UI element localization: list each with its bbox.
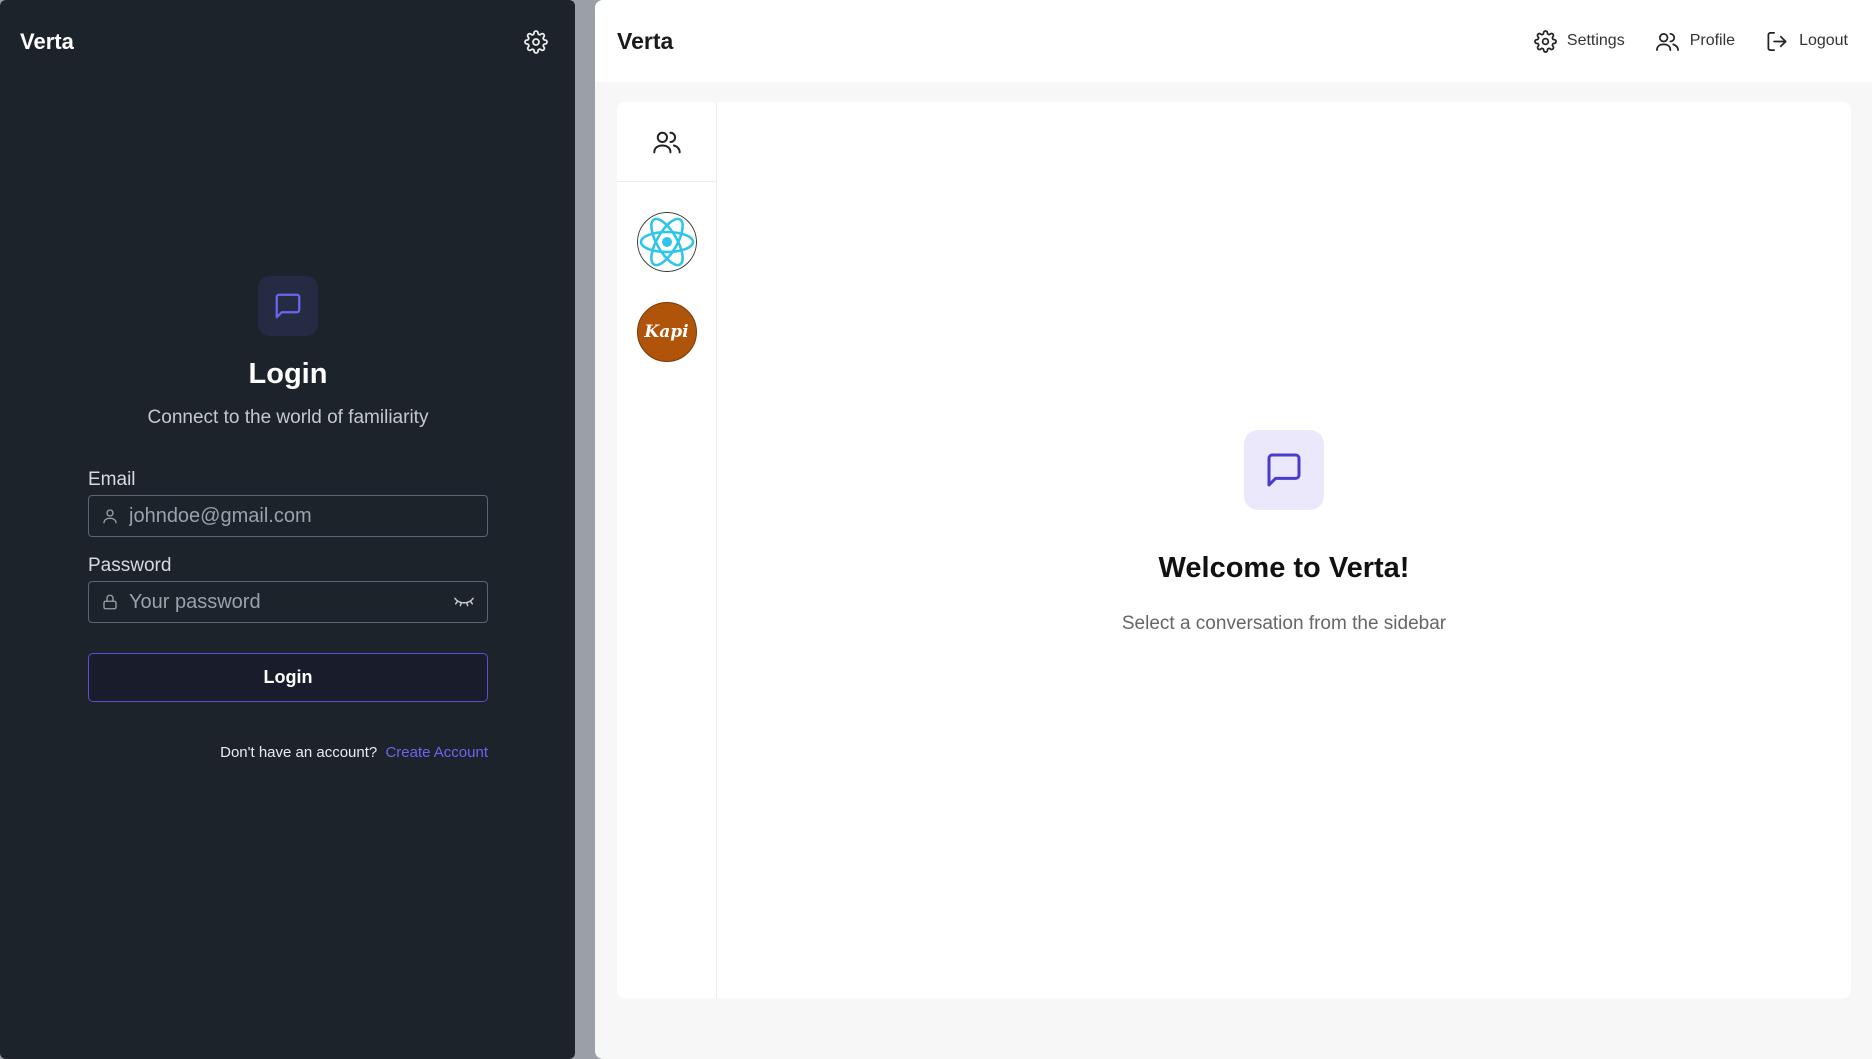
react-logo-icon xyxy=(636,212,697,272)
settings-link[interactable]: Settings xyxy=(1534,29,1625,53)
conversation-sidebar: Kapi xyxy=(617,102,717,998)
users-icon xyxy=(1655,32,1679,51)
users-icon xyxy=(652,131,681,153)
brand-title-right: Verta xyxy=(617,27,674,54)
logout-label: Logout xyxy=(1799,32,1848,49)
password-group: Password xyxy=(88,555,488,623)
gear-icon xyxy=(1534,29,1557,53)
login-form-container: Login Connect to the world of familiarit… xyxy=(88,276,488,761)
login-button[interactable]: Login xyxy=(88,653,488,702)
contacts-header[interactable] xyxy=(617,102,716,182)
chat-window: Verta Settings Profile Logout Kapi Welco… xyxy=(595,0,1872,1059)
welcome-subtitle: Select a conversation from the sidebar xyxy=(1121,613,1447,634)
signup-row: Don't have an account? Create Account xyxy=(88,744,488,761)
signup-prompt: Don't have an account? xyxy=(220,744,378,761)
settings-button[interactable] xyxy=(519,25,553,59)
top-navbar: Verta Settings Profile Logout xyxy=(595,0,1872,82)
password-input[interactable] xyxy=(129,590,453,614)
gear-icon xyxy=(524,30,548,54)
kapi-avatar-text: Kapi xyxy=(644,322,689,342)
login-subtitle: Connect to the world of familiarity xyxy=(147,407,429,428)
login-header: Verta xyxy=(0,0,575,84)
welcome-title: Welcome to Verta! xyxy=(1158,552,1410,584)
contact-avatar-kapi[interactable]: Kapi xyxy=(636,302,697,362)
eye-closed-icon xyxy=(454,597,474,607)
email-field-wrapper xyxy=(88,495,488,537)
contact-list: Kapi xyxy=(636,182,697,362)
lock-icon xyxy=(103,594,117,610)
password-field-wrapper xyxy=(88,581,488,623)
message-square-icon xyxy=(1267,453,1301,487)
create-account-link[interactable]: Create Account xyxy=(385,744,488,761)
conversation-area: Welcome to Verta! Select a conversation … xyxy=(717,102,1851,998)
welcome-icon-tile xyxy=(1244,430,1324,510)
toggle-password-visibility[interactable] xyxy=(453,595,475,609)
contact-avatar-react[interactable] xyxy=(636,212,697,272)
login-title: Login xyxy=(248,358,328,390)
top-nav: Settings Profile Logout xyxy=(1534,29,1848,53)
chat-container: Kapi Welcome to Verta! Select a conversa… xyxy=(617,102,1851,998)
welcome-placeholder: Welcome to Verta! Select a conversation … xyxy=(717,430,1851,635)
email-input[interactable] xyxy=(129,504,475,528)
password-label: Password xyxy=(88,555,172,576)
message-square-icon xyxy=(275,293,301,319)
app-logo xyxy=(258,276,318,336)
profile-link[interactable]: Profile xyxy=(1655,30,1735,53)
email-label: Email xyxy=(88,469,136,490)
settings-label: Settings xyxy=(1566,32,1625,49)
login-form: Email Password xyxy=(88,469,488,761)
login-window: Verta Login Connect to the world of fami… xyxy=(0,0,575,1059)
user-icon xyxy=(103,509,117,524)
logout-link[interactable]: Logout xyxy=(1765,30,1848,53)
logout-icon xyxy=(1767,31,1787,51)
profile-label: Profile xyxy=(1689,32,1736,49)
email-group: Email xyxy=(88,469,488,537)
brand-title: Verta xyxy=(20,29,74,54)
